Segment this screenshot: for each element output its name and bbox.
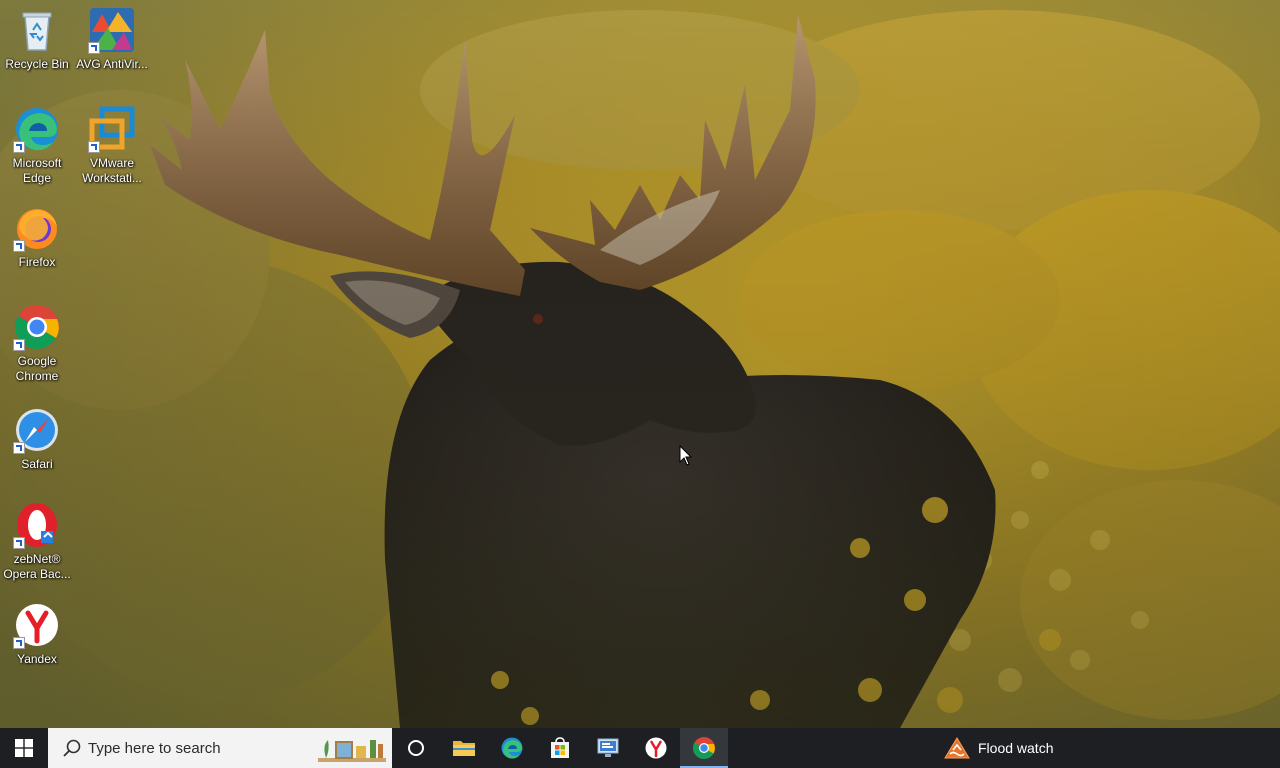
weather-label: Flood watch: [978, 740, 1054, 756]
shortcut-arrow-icon: [13, 240, 25, 252]
store-icon: [551, 737, 569, 758]
desktop-icon-label: zebNet® Opera Bac...: [3, 552, 71, 581]
task-view-icon: [408, 740, 424, 756]
chrome-icon: [693, 737, 715, 759]
safari-icon: [13, 406, 61, 454]
shortcut-arrow-icon: [13, 637, 25, 649]
start-button[interactable]: [0, 728, 48, 768]
moose-wallpaper-image: [0, 0, 1280, 728]
avg-antivirus-icon: [88, 6, 136, 54]
desktop-icon-grid: Recycle Bin AVG AntiVir... Microsoft Edg…: [0, 0, 160, 728]
desktop-icon-vmware[interactable]: VMware Workstati...: [75, 99, 149, 191]
chrome-icon: [13, 303, 61, 351]
warning-icon: [944, 737, 970, 759]
vmware-icon: [88, 105, 136, 153]
desktop-icon-safari[interactable]: Safari: [0, 400, 74, 492]
folder-icon: [453, 741, 475, 756]
desktop-icon-zebnet-opera[interactable]: zebNet® Opera Bac...: [0, 495, 74, 587]
desktop-icon-avg-antivirus[interactable]: AVG AntiVir...: [75, 0, 149, 92]
desktop-icon-label: Safari: [21, 457, 53, 471]
taskbar-chrome-button[interactable]: [680, 728, 728, 768]
desktop-icon-firefox[interactable]: Firefox: [0, 198, 74, 290]
desktop-icon-label: VMware Workstati...: [82, 156, 142, 185]
task-view-button[interactable]: [392, 728, 440, 768]
taskbar-edge-button[interactable]: [488, 728, 536, 768]
firefox-icon: [13, 204, 61, 252]
edge-icon: [501, 737, 523, 759]
taskbar: Type here to search Flood watch: [0, 728, 1280, 768]
shortcut-arrow-icon: [88, 141, 100, 153]
yandex-icon: [645, 737, 667, 759]
taskbar-search-box[interactable]: Type here to search: [48, 728, 392, 768]
desktop-icon-recycle-bin[interactable]: Recycle Bin: [0, 0, 74, 92]
taskbar-yandex-button[interactable]: [632, 728, 680, 768]
edge-icon: [13, 105, 61, 153]
search-placeholder: Type here to search: [88, 739, 221, 757]
yandex-icon: [13, 601, 61, 649]
desktop-icon-label: Firefox: [18, 255, 56, 269]
shortcut-arrow-icon: [13, 141, 25, 153]
desktop-icon-label: AVG AntiVir...: [76, 57, 148, 71]
recycle-bin-icon: [13, 6, 61, 54]
taskbar-store-button[interactable]: [536, 728, 584, 768]
desktop-icon-label: Recycle Bin: [5, 57, 69, 71]
desktop-icon-label: Yandex: [17, 652, 57, 666]
desktop-icon-label: Microsoft Edge: [12, 156, 62, 185]
shortcut-arrow-icon: [13, 442, 25, 454]
search-icon: [63, 739, 81, 757]
shortcut-arrow-icon: [88, 42, 100, 54]
shortcut-arrow-icon: [13, 537, 25, 549]
taskbar-file-explorer-button[interactable]: [440, 728, 488, 768]
weather-widget[interactable]: Flood watch: [944, 728, 1053, 768]
desktop-icon-google-chrome[interactable]: Google Chrome: [0, 297, 74, 389]
mouse-cursor-icon: [679, 445, 693, 466]
desktop-wallpaper: [0, 0, 1280, 728]
desktop-icon-microsoft-edge[interactable]: Microsoft Edge: [0, 99, 74, 191]
monitor-icon: [597, 738, 619, 757]
zebnet-opera-icon: [13, 501, 61, 549]
shortcut-arrow-icon: [13, 339, 25, 351]
desktop-icon-yandex[interactable]: Yandex: [0, 595, 74, 687]
taskbar-remote-desktop-button[interactable]: [584, 728, 632, 768]
search-highlight-illustration-icon: [318, 740, 386, 762]
desktop-icon-label: Google Chrome: [15, 354, 59, 383]
windows-logo-icon: [15, 739, 33, 757]
